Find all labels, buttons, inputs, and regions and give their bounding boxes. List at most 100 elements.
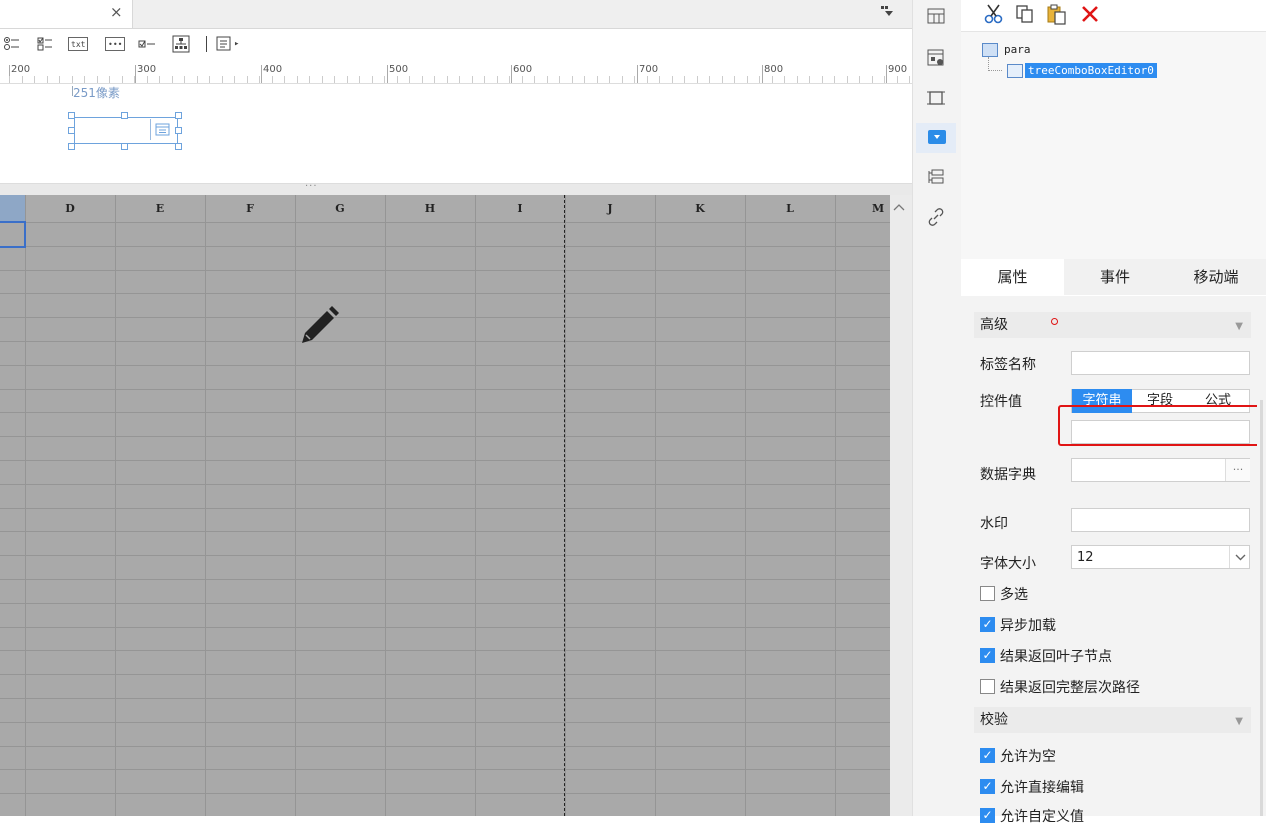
ruler-tick (184, 76, 185, 83)
resize-handle[interactable] (68, 112, 75, 119)
delete-icon[interactable] (1079, 3, 1101, 30)
ruler-tick (834, 76, 835, 83)
properties-scrollbar-thumb[interactable] (1260, 400, 1263, 816)
return-full-path-checkbox[interactable] (980, 679, 995, 694)
watermark-label: 水印 (980, 516, 1008, 532)
column-header-h[interactable]: H (385, 195, 475, 222)
column-header-e[interactable]: E (115, 195, 205, 222)
column-header-g[interactable]: G (295, 195, 385, 222)
return-leaf-checkbox[interactable]: ✓ (980, 648, 995, 663)
section-advanced[interactable]: 高级 ▼ (974, 312, 1251, 338)
text-field-icon[interactable]: txt (68, 37, 89, 51)
label-name-input[interactable] (1071, 351, 1250, 375)
tree-node-treecombobox[interactable]: treeComboBoxEditor0 (1025, 63, 1157, 78)
grid-row-line (0, 627, 890, 628)
ruler-tick (859, 76, 860, 83)
modified-indicator (1051, 318, 1058, 325)
tree-combo-node-icon (1007, 64, 1023, 78)
column-header-f[interactable]: F (205, 195, 295, 222)
async-load-checkbox[interactable]: ✓ (980, 617, 995, 632)
ruler-label: 700 (639, 64, 659, 75)
ruler-tick (784, 76, 785, 83)
spreadsheet-grid[interactable]: D E F G H I J K L M (0, 195, 912, 816)
multi-select-label: 多选 (1000, 587, 1028, 603)
column-header-k[interactable]: K (655, 195, 745, 222)
paste-icon[interactable] (1046, 3, 1068, 30)
resize-handle[interactable] (175, 143, 182, 150)
resize-handle[interactable] (68, 143, 75, 150)
ruler-tick (22, 76, 23, 83)
link-icon[interactable] (925, 207, 947, 229)
widget-settings-icon[interactable] (925, 48, 947, 70)
chevron-down-icon[interactable] (1229, 546, 1251, 568)
grid-row-line (0, 365, 890, 366)
tree-widget-icon[interactable] (172, 34, 190, 54)
cut-icon[interactable] (983, 3, 1005, 30)
resize-handle[interactable] (175, 112, 182, 119)
resize-handle[interactable] (121, 143, 128, 150)
font-size-select[interactable] (1071, 545, 1250, 569)
more-widgets-icon[interactable]: ▸ (216, 34, 239, 54)
tab-close-icon[interactable]: × (110, 3, 123, 21)
grid-row-line (0, 293, 890, 294)
password-field-icon[interactable]: ••• (105, 37, 126, 51)
column-header-i[interactable]: I (475, 195, 565, 222)
data-dict-browse-button[interactable]: ··· (1225, 459, 1250, 481)
ruler-tick (97, 76, 98, 83)
vertical-scrollbar[interactable] (890, 195, 912, 816)
ruler-tick (134, 76, 135, 83)
copy-icon[interactable] (1014, 3, 1036, 30)
ruler-tick (809, 76, 810, 83)
allow-empty-checkbox[interactable]: ✓ (980, 748, 995, 763)
ruler-tick (747, 76, 748, 83)
column-header-d[interactable]: D (25, 195, 115, 222)
resize-handle[interactable] (121, 112, 128, 119)
ruler-tick (359, 76, 360, 83)
section-validation-title: 校验 (980, 712, 1008, 728)
section-validation[interactable]: 校验 ▼ (974, 707, 1251, 733)
layout-icon[interactable] (925, 6, 947, 28)
resize-handle[interactable] (175, 127, 182, 134)
para-node-icon (982, 43, 998, 57)
grid-row-line (0, 389, 890, 390)
ruler-tick (59, 76, 60, 83)
checkbox-group-icon[interactable] (37, 34, 53, 54)
multi-select-checkbox[interactable] (980, 586, 995, 601)
ruler-tick (659, 76, 660, 83)
tree-connector (988, 70, 1002, 72)
frame-icon[interactable] (925, 88, 947, 110)
grid-row-line (0, 222, 890, 223)
ruler-tick (397, 76, 398, 83)
ruler-tick (497, 76, 498, 83)
resize-handle[interactable] (68, 127, 75, 134)
ruler-tick (472, 76, 473, 83)
tab-mobile[interactable]: 移动端 (1166, 259, 1266, 295)
ruler-tick (772, 76, 773, 83)
watermark-input[interactable] (1071, 508, 1250, 532)
control-value-label: 控件值 (980, 394, 1022, 410)
tab-events[interactable]: 事件 (1064, 259, 1166, 295)
scroll-up-icon[interactable] (893, 200, 905, 214)
radio-group-icon[interactable] (4, 34, 20, 54)
ruler-tick (272, 76, 273, 83)
grid-row-line (0, 722, 890, 723)
tab-properties[interactable]: 属性 (961, 259, 1064, 295)
chevron-down-icon: ▼ (1235, 716, 1243, 727)
tree-node-para[interactable]: para (1004, 43, 1031, 56)
collapse-panel-icon[interactable] (880, 5, 894, 21)
widget-toolbar: txt ••• ▸ (0, 29, 912, 60)
highlight-box (1058, 405, 1263, 446)
grid-row-line (0, 769, 890, 770)
ruler-tick (309, 76, 310, 83)
checkbox-icon[interactable] (138, 34, 156, 54)
grid-row-line (0, 484, 890, 485)
allow-direct-edit-checkbox[interactable]: ✓ (980, 779, 995, 794)
outline-icon[interactable] (925, 167, 947, 189)
ruler-tick (797, 76, 798, 83)
column-header-l[interactable]: L (745, 195, 835, 222)
selected-cell[interactable] (0, 221, 26, 248)
data-dict-input[interactable] (1071, 458, 1250, 482)
pane-splitter[interactable] (0, 183, 912, 195)
column-header-j[interactable]: J (565, 195, 655, 222)
ruler-tick (847, 76, 848, 83)
